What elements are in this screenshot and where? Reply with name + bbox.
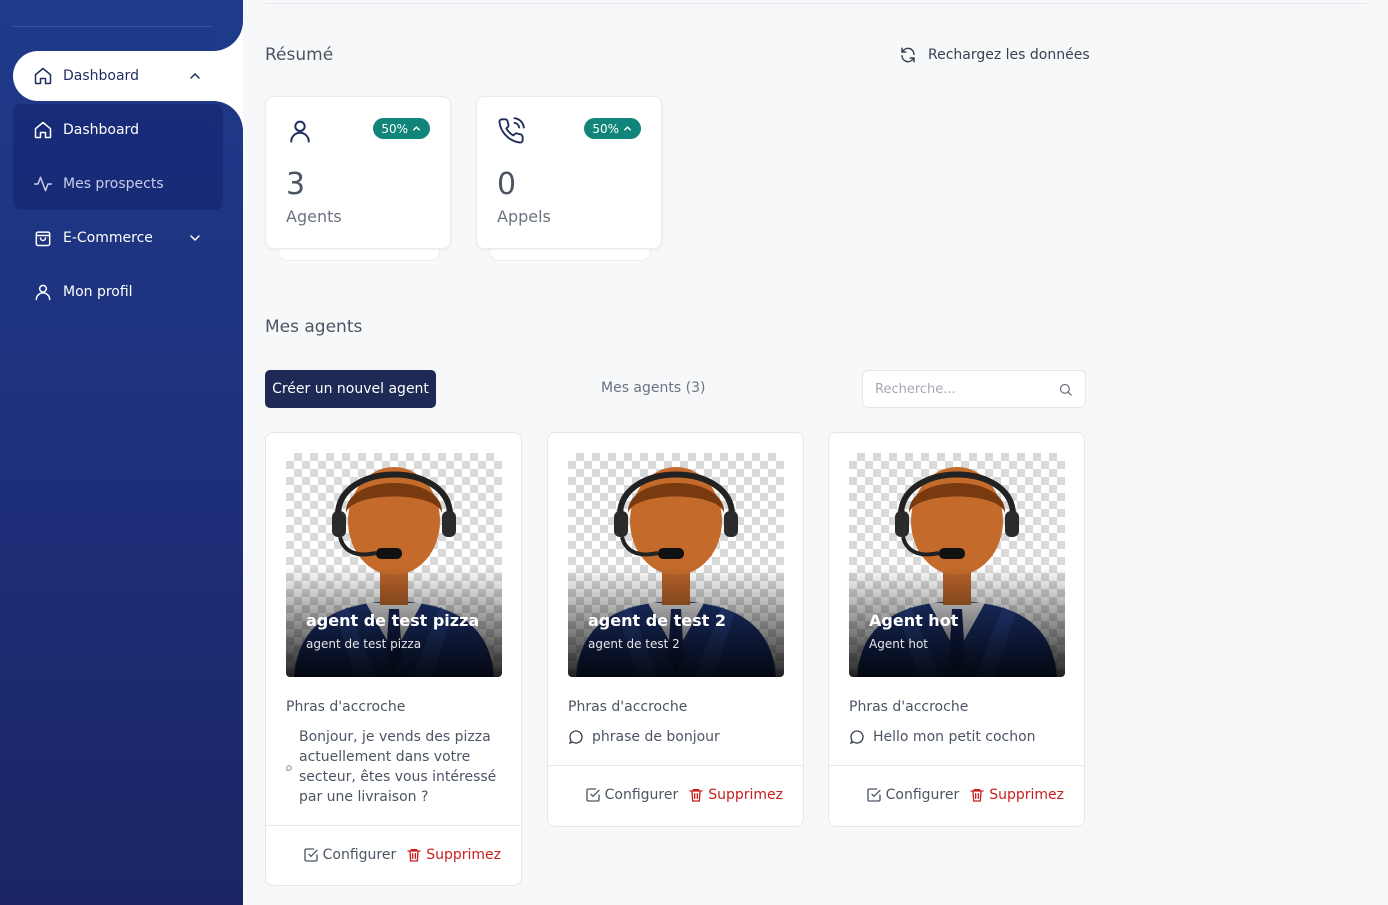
- configure-button[interactable]: Configurer: [585, 787, 679, 803]
- user-icon: [286, 117, 314, 145]
- agent-card: Agent hot Agent hot Phras d'accroche Hel…: [828, 432, 1085, 827]
- summary-title: Résumé: [265, 45, 334, 65]
- agent-name: agent de test pizza: [306, 611, 480, 630]
- search-icon[interactable]: [1058, 382, 1073, 397]
- search-input[interactable]: [863, 371, 1053, 407]
- agent-avatar-image: agent de test pizza agent de test pizza: [286, 453, 502, 677]
- hook-label: Phras d'accroche: [286, 699, 406, 715]
- home-icon: [33, 120, 53, 140]
- agent-card-footer: Configurer Supprimez: [548, 765, 803, 826]
- agent-subtitle: Agent hot: [869, 637, 928, 651]
- check-square-icon: [303, 848, 318, 862]
- hook-label: Phras d'accroche: [849, 699, 969, 715]
- hook-text: Hello mon petit cochon: [873, 729, 1036, 745]
- delete-button[interactable]: Supprimez: [406, 847, 501, 863]
- agent-card-footer: Configurer Supprimez: [829, 765, 1084, 826]
- hook-text-row: Hello mon petit cochon: [849, 727, 1036, 747]
- agent-subtitle: agent de test pizza: [306, 637, 422, 651]
- message-circle-icon: [849, 729, 865, 745]
- refresh-icon: [899, 46, 917, 64]
- message-circle-icon: [568, 729, 584, 745]
- agent-actions: Configurer Supprimez: [303, 847, 501, 863]
- phone-call-icon: [497, 117, 525, 145]
- stat-card-appels: 50% 0 Appels: [476, 96, 662, 249]
- create-agent-button[interactable]: Créer un nouvel agent: [265, 370, 436, 408]
- user-icon: [33, 282, 53, 302]
- agent-avatar-image: agent de test 2 agent de test 2: [568, 453, 784, 677]
- activity-icon: [33, 174, 53, 194]
- agents-title: Mes agents: [265, 317, 363, 337]
- delete-button[interactable]: Supprimez: [969, 787, 1064, 803]
- sidebar-item-label: Dashboard: [63, 68, 139, 84]
- agent-name: Agent hot: [869, 611, 959, 630]
- stat-badge: 50%: [373, 118, 430, 139]
- configure-button[interactable]: Configurer: [866, 787, 960, 803]
- hook-text: phrase de bonjour: [592, 729, 720, 745]
- trash-icon: [407, 849, 421, 862]
- sidebar-item-mon-profil[interactable]: Mon profil: [13, 267, 223, 317]
- delete-label: Supprimez: [989, 787, 1064, 803]
- hook-text: Bonjour, je vends des pizza actuellement…: [299, 729, 497, 805]
- sidebar-item-label: E-Commerce: [63, 230, 153, 246]
- agents-count-label: Mes agents (3): [601, 380, 706, 396]
- delete-button[interactable]: Supprimez: [688, 787, 783, 803]
- hook-text-row: phrase de bonjour: [568, 727, 720, 747]
- sidebar-notch-top: [213, 21, 243, 51]
- agent-actions: Configurer Supprimez: [866, 787, 1064, 803]
- sidebar-item-dashboard[interactable]: Dashboard: [13, 105, 223, 155]
- sidebar-item-label: Dashboard: [63, 122, 139, 138]
- delete-label: Supprimez: [426, 847, 501, 863]
- stat-label: Agents: [286, 207, 342, 226]
- stat-label: Appels: [497, 207, 551, 226]
- search-box: [862, 370, 1086, 408]
- delete-label: Supprimez: [708, 787, 783, 803]
- agent-card: agent de test pizza agent de test pizza …: [265, 432, 522, 886]
- sidebar: Dashboard Dashboard Mes prospects E-Comm…: [0, 0, 243, 905]
- agent-card: agent de test 2 agent de test 2 Phras d'…: [547, 432, 804, 827]
- sidebar-item-label: Mon profil: [63, 284, 133, 300]
- home-icon: [33, 66, 53, 86]
- sidebar-item-e-commerce[interactable]: E-Commerce: [13, 213, 223, 263]
- chevron-up-icon[interactable]: [187, 68, 203, 84]
- agent-name: agent de test 2: [588, 611, 726, 630]
- agent-card-footer: Configurer Supprimez: [266, 825, 521, 886]
- header-divider: [265, 3, 1367, 4]
- reload-label: Rechargez les données: [928, 47, 1090, 63]
- sidebar-divider: [12, 26, 222, 27]
- chevron-up-icon: [624, 126, 631, 131]
- chevron-up-icon: [413, 126, 420, 131]
- configure-label: Configurer: [604, 787, 679, 803]
- stat-value: 3: [286, 167, 306, 202]
- stat-value: 0: [497, 167, 517, 202]
- agent-subtitle: agent de test 2: [588, 637, 680, 651]
- sidebar-item-label: Mes prospects: [63, 176, 164, 192]
- agent-avatar-image: Agent hot Agent hot: [849, 453, 1065, 677]
- hook-label: Phras d'accroche: [568, 699, 688, 715]
- configure-button[interactable]: Configurer: [303, 847, 397, 863]
- check-square-icon: [585, 788, 600, 802]
- sidebar-item-dashboard-group[interactable]: Dashboard: [13, 51, 223, 101]
- stat-badge: 50%: [584, 118, 641, 139]
- check-square-icon: [866, 788, 881, 802]
- stat-badge-value: 50%: [592, 121, 619, 136]
- reload-button[interactable]: Rechargez les données: [899, 46, 1090, 64]
- chevron-down-icon[interactable]: [187, 230, 203, 246]
- trash-icon: [689, 789, 703, 802]
- stat-card-agents: 50% 3 Agents: [265, 96, 451, 249]
- shopping-bag-icon: [33, 228, 53, 248]
- hook-text-row: Bonjour, je vends des pizza actuellement…: [286, 727, 502, 807]
- message-circle-icon: [286, 757, 292, 771]
- trash-icon: [970, 789, 984, 802]
- stat-badge-value: 50%: [381, 121, 408, 136]
- sidebar-item-mes-prospects[interactable]: Mes prospects: [13, 159, 223, 209]
- configure-label: Configurer: [885, 787, 960, 803]
- configure-label: Configurer: [322, 847, 397, 863]
- agent-actions: Configurer Supprimez: [585, 787, 783, 803]
